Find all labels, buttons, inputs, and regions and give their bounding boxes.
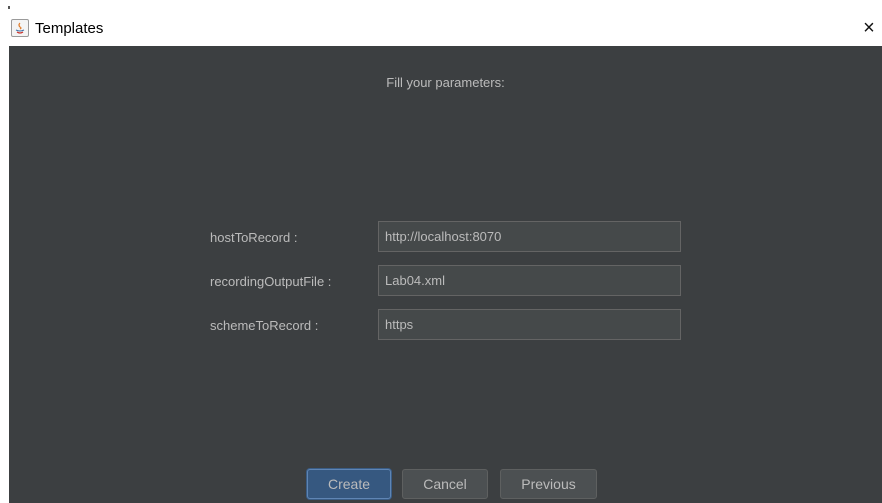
dialog-content: Fill your parameters: hostToRecord : rec… (9, 46, 882, 503)
create-button[interactable]: Create (307, 469, 391, 499)
cancel-button[interactable]: Cancel (402, 469, 488, 499)
java-app-icon (11, 19, 29, 37)
title-bar: Templates × (0, 0, 882, 46)
window-title: Templates (35, 20, 104, 37)
recording-output-file-label: recordingOutputFile : (210, 274, 332, 289)
templates-dialog: Templates × Fill your parameters: hostTo… (0, 0, 882, 503)
form-heading: Fill your parameters: (386, 75, 505, 90)
scheme-to-record-input[interactable] (378, 309, 681, 340)
host-to-record-label: hostToRecord : (210, 230, 298, 245)
previous-button[interactable]: Previous (500, 469, 597, 499)
scheme-to-record-label: schemeToRecord : (210, 318, 319, 333)
close-icon[interactable]: × (856, 15, 882, 41)
recording-output-file-input[interactable] (378, 265, 681, 296)
title-bar-marker (8, 6, 10, 9)
host-to-record-input[interactable] (378, 221, 681, 252)
